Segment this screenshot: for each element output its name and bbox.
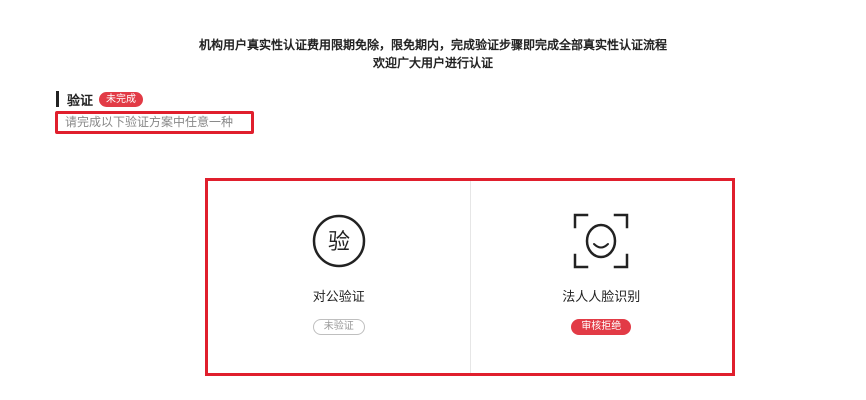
verification-header: 验证 未完成 [56,90,144,109]
option-status-badge: 未验证 [312,319,365,335]
verify-char: 验 [328,230,350,255]
verify-char-icon: 验 [309,211,369,271]
notice-line-2: 欢迎广大用户进行认证 [372,56,493,70]
section-marker [56,91,59,107]
option-label: 对公验证 [312,290,365,305]
option-corporate-verification[interactable]: 验 对公验证 未验证 [208,181,470,373]
notice-line-1: 机构用户真实性认证费用限期免除，限免期内，完成验证步骤即完成全部真实性认证流程 [198,38,667,52]
verification-status-badge: 未完成 [99,91,144,107]
option-status-badge: 审核拒绝 [571,319,632,335]
option-label: 法人人脸识别 [562,290,641,305]
instruction-text: 请完成以下验证方案中任意一种 [55,111,254,134]
section-title: 验证 [67,93,94,109]
option-face-recognition[interactable]: 法人人脸识别 审核拒绝 [469,181,733,373]
notice-banner: 机构用户真实性认证费用限期免除，限免期内，完成验证步骤即完成全部真实性认证流程 … [0,36,866,72]
verification-options: 验 对公验证 未验证 法人人脸识别 审核拒绝 [205,178,735,376]
face-scan-icon [571,211,631,271]
